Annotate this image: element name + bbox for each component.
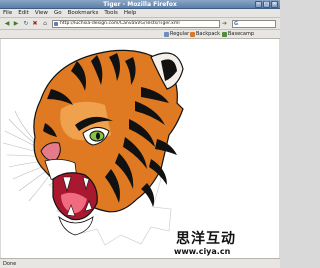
backpack-icon — [190, 32, 195, 37]
status-text: Done — [3, 261, 17, 267]
status-bar: Done — [0, 258, 280, 268]
url-text: http://luchsia-design.com/CanvaSVG/Tests… — [60, 21, 180, 26]
watermark-url: www.ciya.cn — [174, 247, 231, 256]
window-title: Tiger - Mozilla Firefox — [103, 1, 177, 8]
forward-arrow-icon[interactable]: ▶ — [12, 20, 20, 28]
search-engine-icon: G — [234, 21, 239, 27]
menu-go[interactable]: Go — [54, 9, 62, 17]
tiger-pupil — [96, 132, 100, 140]
back-arrow-icon[interactable]: ◀ — [3, 20, 11, 28]
bookmark-regular[interactable]: Regular — [164, 31, 189, 38]
maximize-button[interactable]: □ — [263, 1, 270, 8]
menu-file[interactable]: File — [3, 9, 12, 17]
menu-bookmarks[interactable]: Bookmarks — [68, 9, 99, 17]
window-titlebar: Tiger - Mozilla Firefox – □ × — [0, 0, 280, 9]
window-controls: – □ × — [255, 1, 278, 8]
go-button[interactable]: ➔ — [222, 20, 227, 28]
bookmark-basecamp[interactable]: Basecamp — [222, 31, 254, 38]
bookmark-icon — [164, 32, 169, 37]
home-icon[interactable]: ⌂ — [41, 20, 49, 28]
page-favicon-icon — [54, 22, 58, 26]
close-button[interactable]: × — [271, 1, 278, 8]
basecamp-icon — [222, 32, 227, 37]
bookmark-label: Basecamp — [228, 31, 255, 37]
bookmark-label: Regular — [170, 31, 190, 37]
minimize-button[interactable]: – — [255, 1, 262, 8]
watermark: 思洋互动 www.ciya.cn — [166, 232, 276, 258]
stop-icon[interactable]: ✖ — [31, 20, 39, 28]
menu-view[interactable]: View — [35, 9, 48, 17]
menu-tools[interactable]: Tools — [104, 9, 118, 17]
bookmark-label: Backpack — [196, 31, 221, 37]
menu-bar: File Edit View Go Bookmarks Tools Help — [0, 9, 280, 18]
navigation-toolbar: ◀ ▶ ↻ ✖ ⌂ http://luchsia-design.com/Canv… — [0, 18, 280, 30]
bookmark-backpack[interactable]: Backpack — [190, 31, 220, 38]
url-input[interactable]: http://luchsia-design.com/CanvaSVG/Tests… — [52, 20, 220, 28]
search-input[interactable]: G — [232, 20, 276, 28]
page-content — [1, 39, 279, 258]
watermark-chinese-text: 思洋互动 — [176, 231, 236, 247]
menu-edit[interactable]: Edit — [18, 9, 29, 17]
reload-icon[interactable]: ↻ — [22, 20, 30, 28]
tiger-illustration — [2, 49, 184, 246]
bookmarks-toolbar: Regular Backpack Basecamp — [0, 30, 280, 39]
menu-help[interactable]: Help — [124, 9, 137, 17]
